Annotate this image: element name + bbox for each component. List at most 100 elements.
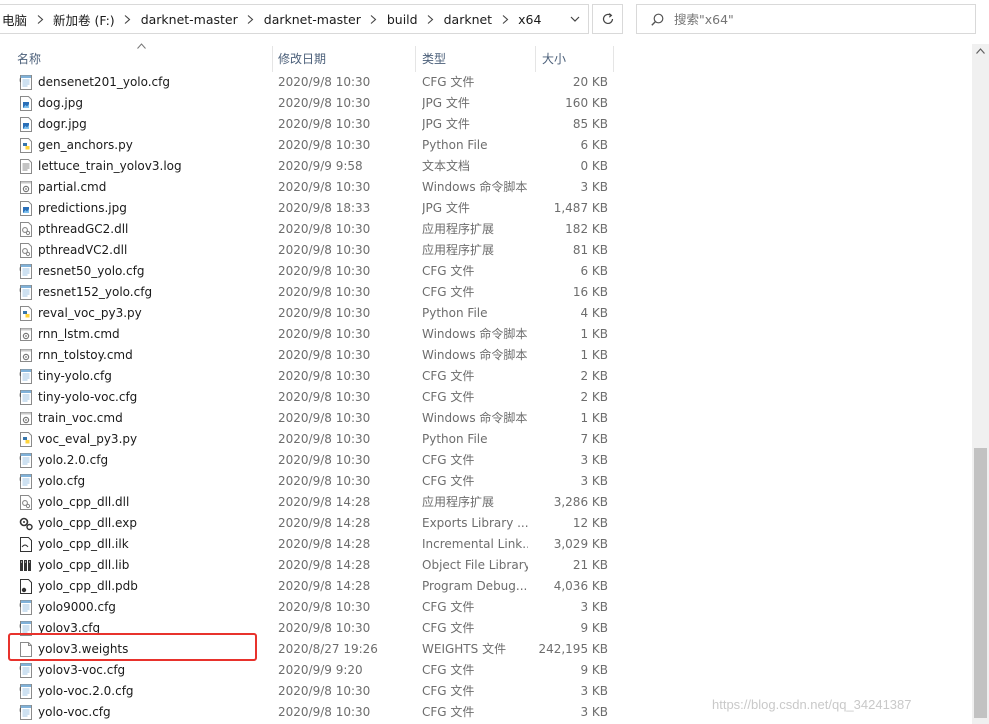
breadcrumb-separator-icon[interactable] <box>29 14 51 24</box>
table-row[interactable]: yolo_cpp_dll.exp 2020/9/8 14:28 Exports Li… <box>0 513 614 534</box>
column-name-header[interactable]: 名称 <box>17 46 41 72</box>
column-type-header[interactable]: 类型 <box>422 46 446 72</box>
table-row[interactable]: yolo-voc.cfg 2020/9/8 10:30 CFG 文件 3 KB <box>0 702 614 723</box>
image-file-icon <box>18 200 34 217</box>
breadcrumb-this-pc[interactable]: 电脑 <box>0 10 29 29</box>
breadcrumb-separator-icon[interactable] <box>494 14 516 24</box>
table-row[interactable]: dog.jpg 2020/9/8 10:30 JPG 文件 160 KB <box>0 93 614 114</box>
cfg-file-icon <box>18 74 34 91</box>
file-size: 16 KB <box>572 285 608 299</box>
table-row[interactable]: yolo.2.0.cfg 2020/9/8 10:30 CFG 文件 3 KB <box>0 450 614 471</box>
table-row[interactable]: reval_voc_py3.py 2020/9/8 10:30 Python Fil… <box>0 303 614 324</box>
file-type: CFG 文件 <box>422 705 475 719</box>
table-row[interactable]: train_voc.cmd 2020/9/8 10:30 Windows 命令脚本 1… <box>0 408 614 429</box>
table-row[interactable]: yolo_cpp_dll.lib 2020/9/8 14:28 Object Fil… <box>0 555 614 576</box>
file-date: 2020/9/8 14:28 <box>278 558 371 572</box>
python-file-icon <box>18 305 34 322</box>
breadcrumb-separator-icon[interactable] <box>117 14 139 24</box>
table-row[interactable]: lettuce_train_yolov3.log 2020/9/9 9:58 文本文… <box>0 156 614 177</box>
table-row[interactable]: resnet152_yolo.cfg 2020/9/8 10:30 CFG 文件 16… <box>0 282 614 303</box>
chevron-down-icon[interactable] <box>570 14 580 24</box>
breadcrumb-separator-icon[interactable] <box>240 14 262 24</box>
breadcrumb-darknet-master-1[interactable]: darknet-master <box>139 12 240 27</box>
file-size: 9 KB <box>580 663 608 677</box>
image-file-icon <box>18 116 34 133</box>
file-size: 3,286 KB <box>553 495 608 509</box>
breadcrumb-drive[interactable]: 新加卷 (F:) <box>51 10 117 29</box>
cmd-file-icon <box>18 347 34 364</box>
scroll-up-icon[interactable] <box>976 48 985 54</box>
table-row[interactable]: yolo_cpp_dll.dll 2020/9/8 14:28 应用程序扩展 3,28… <box>0 492 614 513</box>
breadcrumb-darknet[interactable]: darknet <box>442 12 495 27</box>
vertical-scrollbar[interactable] <box>972 44 989 724</box>
file-type: CFG 文件 <box>422 285 475 299</box>
table-row[interactable]: gen_anchors.py 2020/9/8 10:30 Python File 6… <box>0 135 614 156</box>
file-size: 3 KB <box>580 453 608 467</box>
dll-file-icon <box>18 242 34 259</box>
cfg-file-icon <box>18 683 34 700</box>
watermark: https://blog.csdn.net/qq_34241387 <box>712 697 912 712</box>
table-row[interactable]: dogr.jpg 2020/9/8 10:30 JPG 文件 85 KB <box>0 114 614 135</box>
table-row[interactable]: yolov3-voc.cfg 2020/9/9 9:20 CFG 文件 9 KB <box>0 660 614 681</box>
file-name: yolo.cfg <box>38 474 86 488</box>
blank-file-icon <box>18 641 34 658</box>
file-type: CFG 文件 <box>422 663 475 677</box>
file-size: 3 KB <box>580 180 608 194</box>
file-type: 应用程序扩展 <box>422 495 495 509</box>
file-name: reval_voc_py3.py <box>38 306 142 320</box>
breadcrumb-build[interactable]: build <box>385 12 420 27</box>
column-date-header[interactable]: 修改日期 <box>278 46 326 72</box>
file-name: yolov3-voc.cfg <box>38 663 126 677</box>
table-row[interactable]: rnn_lstm.cmd 2020/9/8 10:30 Windows 命令脚本 1 … <box>0 324 614 345</box>
address-bar[interactable]: 电脑 新加卷 (F:) darknet-master darknet-maste… <box>0 4 589 34</box>
table-row[interactable]: tiny-yolo.cfg 2020/9/8 10:30 CFG 文件 2 KB <box>0 366 614 387</box>
table-row[interactable]: yolo_cpp_dll.pdb 2020/9/8 14:28 Program De… <box>0 576 614 597</box>
breadcrumb-x64[interactable]: x64 <box>516 12 543 27</box>
table-row[interactable]: resnet50_yolo.cfg 2020/9/8 10:30 CFG 文件 6 K… <box>0 261 614 282</box>
table-row[interactable]: yolov3.cfg 2020/9/8 10:30 CFG 文件 9 KB <box>0 618 614 639</box>
table-row[interactable]: yolo9000.cfg 2020/9/8 10:30 CFG 文件 3 KB <box>0 597 614 618</box>
file-type: CFG 文件 <box>422 621 475 635</box>
file-name: resnet152_yolo.cfg <box>38 285 153 299</box>
file-date: 2020/9/8 14:28 <box>278 537 371 551</box>
table-row[interactable]: pthreadGC2.dll 2020/9/8 10:30 应用程序扩展 182 KB <box>0 219 614 240</box>
column-divider[interactable] <box>613 46 614 72</box>
table-row[interactable]: densenet201_yolo.cfg 2020/9/8 10:30 CFG 文件… <box>0 72 614 93</box>
file-type: JPG 文件 <box>422 117 470 131</box>
table-row[interactable]: rnn_tolstoy.cmd 2020/9/8 10:30 Windows 命令脚… <box>0 345 614 366</box>
file-name: yolo_cpp_dll.lib <box>38 558 130 572</box>
refresh-button[interactable] <box>592 4 623 34</box>
table-row[interactable]: yolo_cpp_dll.ilk 2020/9/8 14:28 Incrementa… <box>0 534 614 555</box>
file-size: 160 KB <box>565 96 608 110</box>
file-date: 2020/9/8 10:30 <box>278 327 371 341</box>
file-size: 1 KB <box>580 327 608 341</box>
table-row[interactable]: partial.cmd 2020/9/8 10:30 Windows 命令脚本 3 K… <box>0 177 614 198</box>
table-row[interactable]: voc_eval_py3.py 2020/9/8 10:30 Python File… <box>0 429 614 450</box>
column-divider[interactable] <box>415 46 416 72</box>
breadcrumb-separator-icon[interactable] <box>420 14 442 24</box>
file-name: densenet201_yolo.cfg <box>38 75 170 89</box>
search-input[interactable] <box>674 11 944 27</box>
file-date: 2020/9/8 10:30 <box>278 264 371 278</box>
scrollbar-thumb[interactable] <box>974 448 987 718</box>
file-type: Windows 命令脚本 <box>422 411 528 425</box>
file-date: 2020/9/8 14:28 <box>278 495 371 509</box>
column-divider[interactable] <box>535 46 536 72</box>
table-row[interactable]: yolov3.weights 2020/8/27 19:26 WEIGHTS 文件 2… <box>0 639 614 660</box>
table-row[interactable]: pthreadVC2.dll 2020/9/8 10:30 应用程序扩展 81 KB <box>0 240 614 261</box>
cmd-file-icon <box>18 179 34 196</box>
column-size-header[interactable]: 大小 <box>542 46 566 72</box>
file-type: Windows 命令脚本 <box>422 327 528 341</box>
breadcrumb-darknet-master-2[interactable]: darknet-master <box>262 12 363 27</box>
file-date: 2020/9/8 10:30 <box>278 348 371 362</box>
column-divider[interactable] <box>272 46 273 72</box>
column-header: 名称 修改日期 类型 大小 <box>0 43 614 72</box>
file-name: gen_anchors.py <box>38 138 133 152</box>
table-row[interactable]: yolo.cfg 2020/9/8 10:30 CFG 文件 3 KB <box>0 471 614 492</box>
table-row[interactable]: yolo-voc.2.0.cfg 2020/9/8 10:30 CFG 文件 3 KB <box>0 681 614 702</box>
breadcrumb-separator-icon[interactable] <box>363 14 385 24</box>
search-box[interactable] <box>636 4 976 34</box>
table-row[interactable]: predictions.jpg 2020/9/8 18:33 JPG 文件 1,487… <box>0 198 614 219</box>
file-date: 2020/9/8 10:30 <box>278 138 371 152</box>
table-row[interactable]: tiny-yolo-voc.cfg 2020/9/8 10:30 CFG 文件 2 K… <box>0 387 614 408</box>
